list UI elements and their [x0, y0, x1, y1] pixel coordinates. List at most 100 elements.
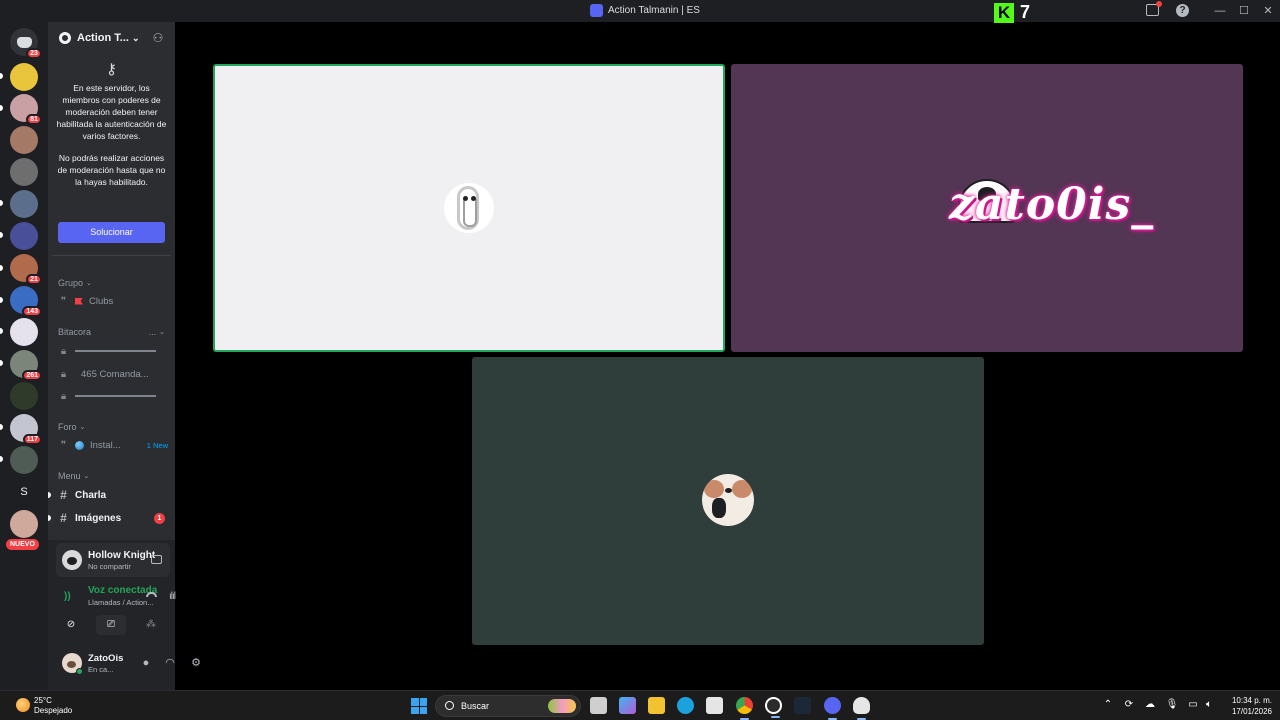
server-icon[interactable]: [10, 382, 38, 410]
category-foro[interactable]: Foro ⌄: [58, 422, 85, 432]
copilot-icon[interactable]: [619, 697, 636, 714]
noise-suppression-icon[interactable]: ılıl: [169, 591, 176, 602]
channel-locked[interactable]: 🔒︎: [58, 387, 168, 405]
category-label: Grupo: [58, 278, 84, 288]
server-icon[interactable]: [10, 190, 38, 218]
profile-banner-text: zato0is_: [949, 179, 1155, 230]
home-badge: 23: [26, 48, 42, 59]
divider: [52, 255, 171, 256]
unread-indicator: [48, 515, 51, 521]
server-icon[interactable]: [10, 446, 38, 474]
steam-icon[interactable]: [794, 697, 811, 714]
category-label: Bitacora: [58, 327, 92, 337]
sync-icon[interactable]: ⟳: [1122, 699, 1136, 710]
obs-icon[interactable]: [765, 697, 782, 718]
share-screen-icon[interactable]: [151, 555, 162, 564]
activities-icon[interactable]: ⁂: [136, 615, 166, 635]
server-letter-icon[interactable]: S: [10, 478, 38, 506]
microphone-icon[interactable]: ●: [140, 657, 152, 669]
unread-indicator: [0, 265, 3, 271]
discord-logo-icon: [16, 36, 32, 48]
server-icon[interactable]: [10, 158, 38, 186]
unread-indicator: [0, 200, 3, 206]
server-badge: 261: [22, 370, 42, 381]
video-tile[interactable]: [472, 357, 984, 645]
chrome-icon[interactable]: [736, 697, 753, 720]
headphones-icon[interactable]: ◠: [164, 657, 176, 669]
weather-icon[interactable]: [16, 698, 30, 712]
participant-avatar: [702, 474, 754, 526]
forum-icon: ❞: [60, 439, 67, 451]
channel-label: Imágenes: [75, 512, 122, 524]
category-menu[interactable]: Menu ⌄: [58, 471, 89, 481]
taskbar-search[interactable]: Buscar: [435, 695, 581, 717]
microphone-icon[interactable]: 🎙︎: [1165, 699, 1179, 710]
windows-start-icon[interactable]: [411, 698, 427, 714]
chevron-up-icon[interactable]: ⌃: [1101, 699, 1115, 710]
server-icon[interactable]: [10, 126, 38, 154]
server-icon[interactable]: [10, 510, 38, 538]
file-explorer-icon[interactable]: [648, 697, 665, 714]
video-tile[interactable]: zato0is_: [731, 64, 1243, 352]
server-badge: 21: [26, 274, 42, 285]
channel-clubs[interactable]: ❞ Clubs: [58, 292, 168, 310]
maximize-icon[interactable]: ☐: [1232, 3, 1256, 19]
channel-install[interactable]: ❞ Instal... 1 New: [58, 436, 168, 454]
activity-card[interactable]: Hollow Knight No compartir: [56, 543, 170, 577]
server-badge: 117: [22, 434, 42, 445]
minimize-icon[interactable]: —: [1208, 3, 1232, 19]
lock-icon: 🔒︎: [60, 345, 67, 357]
task-view-icon[interactable]: [590, 697, 607, 714]
category-bitacora[interactable]: Bitacora ... ⌄: [58, 327, 165, 337]
clock-time: 10:34 p. m.: [1231, 696, 1272, 705]
edge-icon[interactable]: [677, 697, 694, 714]
video-tile-speaking[interactable]: [213, 64, 725, 352]
user-name[interactable]: ZatoOis: [88, 653, 123, 664]
fix-button[interactable]: Solucionar: [58, 222, 165, 243]
hashtag-icon: #: [60, 511, 67, 525]
hollow-knight-icon[interactable]: [853, 697, 870, 720]
screen-share-icon[interactable]: ⎚: [96, 615, 126, 635]
server-icon[interactable]: 21: [10, 254, 42, 285]
mfa-notice-text: En este servidor, los miembros con poder…: [56, 83, 167, 141]
server-icon[interactable]: 117: [10, 414, 42, 445]
cloud-icon[interactable]: ☁: [1143, 699, 1157, 710]
channel-comandas[interactable]: 🔒︎ 465 Comanda...: [58, 365, 168, 383]
store-icon[interactable]: [706, 697, 723, 714]
direct-messages-button[interactable]: 23: [10, 28, 42, 59]
channel-imagenes[interactable]: # Imágenes: [58, 509, 168, 527]
flag-icon: [75, 297, 83, 305]
weather-description[interactable]: Despejado: [34, 706, 72, 715]
temperature[interactable]: 25°C: [34, 696, 52, 705]
server-icon[interactable]: 81: [10, 94, 42, 125]
signal-icon[interactable]: )): [64, 591, 74, 602]
disconnect-icon[interactable]: [146, 592, 157, 597]
network-icon[interactable]: ▭: [1186, 699, 1200, 710]
key-icon: ⚷: [106, 61, 117, 78]
server-icon[interactable]: 261: [10, 350, 42, 381]
unread-indicator: [48, 492, 51, 498]
voice-channel[interactable]: Llamadas / Action...: [88, 598, 153, 607]
category-grupo[interactable]: Grupo ⌄: [58, 278, 92, 288]
add-member-icon[interactable]: ⚇: [151, 31, 165, 45]
server-icon[interactable]: [10, 222, 38, 250]
close-icon[interactable]: ✕: [1256, 3, 1280, 19]
chevron-down-icon: ⌄: [83, 473, 90, 480]
system-clock[interactable]: 10:34 p. m. 17/01/2026: [1222, 695, 1272, 717]
discord-icon[interactable]: [824, 697, 841, 720]
server-badge: 143: [22, 306, 42, 317]
channel-sidebar: Action T... ⌄ ⚇ ⚷ En este servidor, los …: [48, 22, 175, 540]
eye-icon: [471, 196, 476, 201]
help-icon[interactable]: ?: [1176, 4, 1189, 17]
avatar-ear: [704, 480, 724, 498]
redacted-line: [75, 395, 156, 397]
user-settings-icon[interactable]: ⚙: [190, 657, 202, 669]
inbox-icon[interactable]: [1146, 1, 1162, 16]
camera-off-icon[interactable]: ⊘: [56, 615, 86, 635]
server-icon[interactable]: 143: [10, 286, 42, 317]
server-icon[interactable]: [10, 318, 38, 346]
server-icon[interactable]: [10, 63, 38, 91]
volume-icon[interactable]: 🔈︎: [1202, 699, 1216, 710]
channel-locked[interactable]: 🔒︎: [58, 342, 168, 360]
channel-charla[interactable]: # Charla: [58, 486, 168, 504]
